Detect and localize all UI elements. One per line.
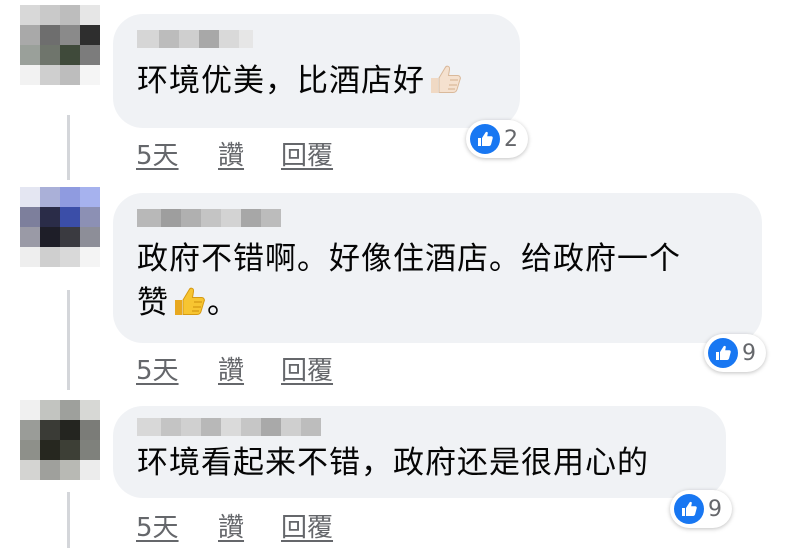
timestamp-link[interactable]: 5天	[136, 135, 179, 172]
reply-button[interactable]: 回覆	[281, 507, 333, 544]
like-button[interactable]: 讚	[218, 135, 244, 172]
timestamp-link[interactable]: 5天	[136, 507, 179, 544]
reaction-count: 9	[708, 496, 722, 522]
reply-button[interactable]: 回覆	[281, 135, 333, 172]
comment-text: 政府不错啊。好像住酒店。给政府一个 赞。	[137, 241, 681, 321]
comment-bubble: 环境优美，比酒店好	[113, 14, 520, 128]
like-icon	[708, 338, 738, 368]
comment-bubble: 环境看起来不错，政府还是很用心的	[113, 406, 726, 498]
comment-text: 环境优美，比酒店好	[137, 58, 520, 104]
thread-line	[67, 115, 70, 180]
reaction-badge[interactable]: 9	[704, 334, 766, 372]
like-icon	[470, 124, 500, 154]
reaction-badge[interactable]: 2	[466, 120, 528, 158]
comment-text: 环境看起来不错，政府还是很用心的	[137, 445, 649, 481]
avatar[interactable]	[20, 5, 100, 85]
author-name-redacted[interactable]	[137, 209, 762, 227]
reaction-count: 9	[742, 340, 756, 366]
reaction-count: 2	[504, 126, 518, 152]
like-icon	[674, 494, 704, 524]
like-button[interactable]: 讚	[218, 350, 244, 387]
comment-bubble: 政府不错啊。好像住酒店。给政府一个 赞。	[113, 193, 762, 343]
avatar[interactable]	[20, 187, 100, 267]
thread-line	[67, 492, 70, 548]
author-name-redacted[interactable]	[137, 30, 520, 48]
like-button[interactable]: 讚	[218, 507, 244, 544]
thread-line	[67, 290, 70, 390]
author-name-redacted[interactable]	[137, 418, 726, 436]
reaction-badge[interactable]: 9	[670, 490, 732, 528]
thumbs-up-emoji-icon	[431, 65, 461, 93]
timestamp-link[interactable]: 5天	[136, 350, 179, 387]
thumbs-up-emoji-icon	[175, 287, 205, 315]
avatar[interactable]	[20, 400, 100, 480]
reply-button[interactable]: 回覆	[281, 350, 333, 387]
